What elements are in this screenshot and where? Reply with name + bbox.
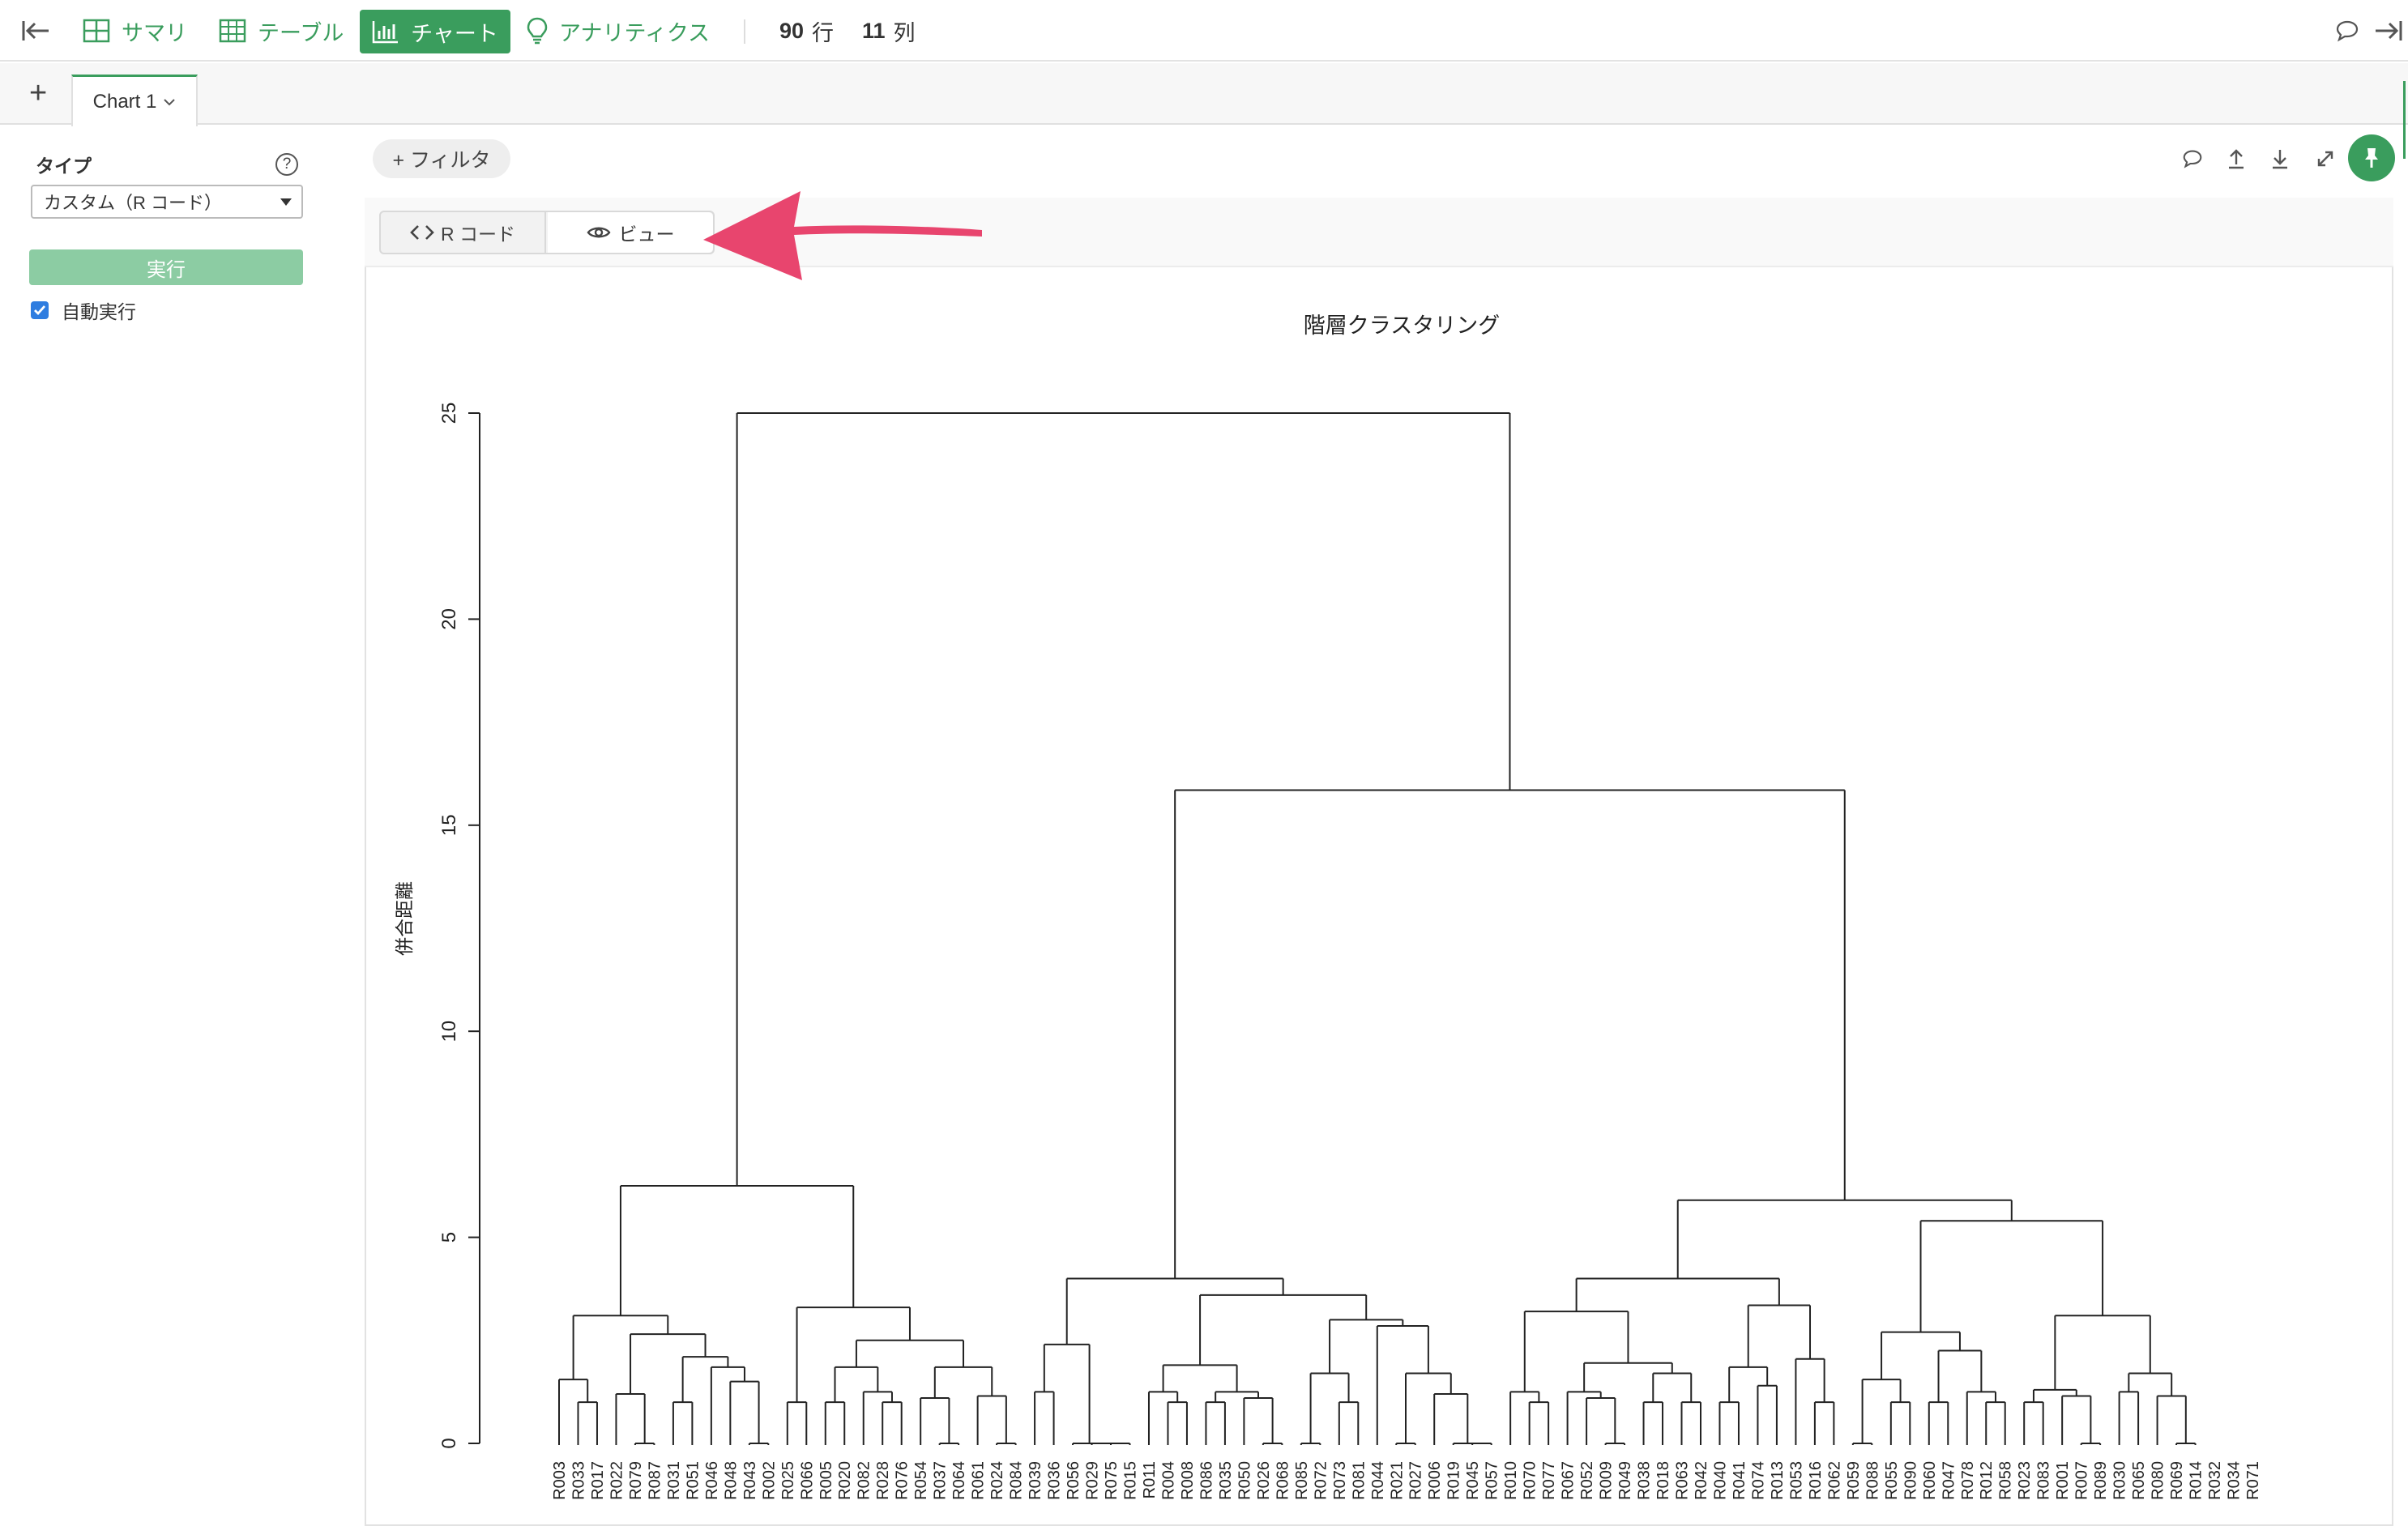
leaf-label: R042 [1693,1461,1710,1500]
leaf-label: R007 [2073,1461,2091,1500]
leaf-label: R037 [932,1461,950,1500]
y-tick-label: 20 [438,608,460,630]
y-tick-label: 25 [438,403,460,424]
leaf-label: R075 [1103,1461,1121,1500]
y-tick-label: 10 [438,1021,460,1042]
leaf-label: R078 [1959,1461,1977,1500]
leaf-label: R039 [1027,1461,1044,1500]
leaf-label: R084 [1008,1461,1026,1500]
leaf-label: R086 [1198,1461,1215,1500]
leaf-label: R048 [722,1461,740,1500]
leaf-label: R030 [2111,1461,2129,1500]
leaf-label: R003 [551,1461,569,1500]
leaf-label: R020 [836,1461,854,1500]
leaf-label: R088 [1864,1461,1881,1500]
leaf-label: R047 [1940,1461,1958,1500]
leaf-label: R067 [1560,1461,1578,1500]
leaf-label: R056 [1065,1461,1082,1500]
leaf-label: R023 [2016,1461,2034,1500]
leaf-label: R079 [627,1461,645,1500]
leaf-label: R025 [779,1461,797,1500]
leaf-label: R058 [1997,1461,2015,1500]
leaf-label: R002 [760,1461,778,1500]
leaf-label: R061 [970,1461,988,1500]
leaf-label: R054 [912,1461,930,1500]
leaf-label: R027 [1407,1461,1425,1500]
leaf-label: R017 [589,1461,607,1500]
leaf-label: R029 [1084,1461,1102,1500]
leaf-label: R057 [1484,1461,1501,1500]
leaf-label: R080 [2150,1461,2167,1500]
leaf-label: R053 [1787,1461,1805,1500]
leaf-label: R009 [1598,1461,1616,1500]
leaf-label: R010 [1502,1461,1520,1500]
leaf-label: R033 [570,1461,587,1500]
leaf-label: R021 [1388,1461,1406,1500]
leaf-label: R036 [1046,1461,1064,1500]
leaf-label: R026 [1255,1461,1273,1500]
leaf-label: R051 [684,1461,702,1500]
leaf-label: R043 [741,1461,759,1500]
leaf-label: R085 [1293,1461,1311,1500]
leaf-label: R050 [1236,1461,1253,1500]
y-tick-label: 15 [438,814,460,836]
leaf-label: R046 [703,1461,721,1500]
leaf-label: R074 [1749,1461,1767,1500]
leaf-label: R006 [1426,1461,1444,1500]
leaf-label: R068 [1274,1461,1292,1500]
leaf-label: R031 [665,1461,683,1500]
leaf-label: R034 [2226,1461,2244,1500]
leaf-label: R012 [1978,1461,1996,1500]
leaf-label: R040 [1711,1461,1729,1500]
leaf-label: R032 [2206,1461,2224,1500]
leaf-label: R082 [856,1461,873,1500]
leaf-label: R069 [2168,1461,2186,1500]
leaf-label: R049 [1616,1461,1634,1500]
leaf-label: R076 [894,1461,912,1500]
leaf-label: R038 [1636,1461,1654,1500]
leaf-label: R024 [988,1461,1006,1500]
leaf-label: R035 [1217,1461,1235,1500]
leaf-label: R014 [2188,1461,2205,1500]
leaf-label: R045 [1464,1461,1482,1500]
leaf-label: R083 [2035,1461,2053,1500]
leaf-label: R062 [1825,1461,1843,1500]
leaf-label: R071 [2244,1461,2262,1500]
leaf-label: R019 [1445,1461,1463,1500]
leaf-label: R016 [1807,1461,1825,1500]
leaf-label: R041 [1731,1461,1748,1500]
leaf-label: R063 [1674,1461,1692,1500]
leaf-label: R090 [1902,1461,1919,1500]
leaf-label: R008 [1179,1461,1197,1500]
dendrogram-chart: 0510152025R003 R033 R017 R022 R079 R087 R031 R0… [438,403,2262,1500]
leaf-label: R015 [1121,1461,1139,1500]
leaf-label: R081 [1350,1461,1368,1500]
leaf-label: R059 [1845,1461,1863,1500]
leaf-label: R055 [1883,1461,1901,1500]
leaf-label: R073 [1331,1461,1349,1500]
leaf-label: R018 [1654,1461,1672,1500]
leaf-label: R001 [2054,1461,2072,1500]
leaf-label: R065 [2130,1461,2148,1500]
leaf-label: R028 [874,1461,892,1500]
leaf-label: R022 [608,1461,625,1500]
leaf-label: R060 [1921,1461,1939,1500]
leaf-label: R052 [1578,1461,1596,1500]
leaf-label: R089 [2092,1461,2110,1500]
leaf-label: R044 [1369,1461,1387,1500]
leaf-label: R011 [1141,1461,1159,1498]
y-tick-label: 0 [438,1438,460,1448]
leaf-label: R004 [1159,1461,1177,1500]
leaf-label: R072 [1312,1461,1330,1500]
y-tick-label: 5 [438,1232,460,1243]
leaf-label: R005 [818,1461,835,1500]
leaf-label: R077 [1540,1461,1558,1500]
leaf-label: R087 [646,1461,664,1500]
leaf-label: R070 [1522,1461,1539,1500]
leaf-label: R013 [1769,1461,1787,1500]
leaf-label: R066 [798,1461,816,1500]
leaf-label: R064 [950,1461,968,1500]
